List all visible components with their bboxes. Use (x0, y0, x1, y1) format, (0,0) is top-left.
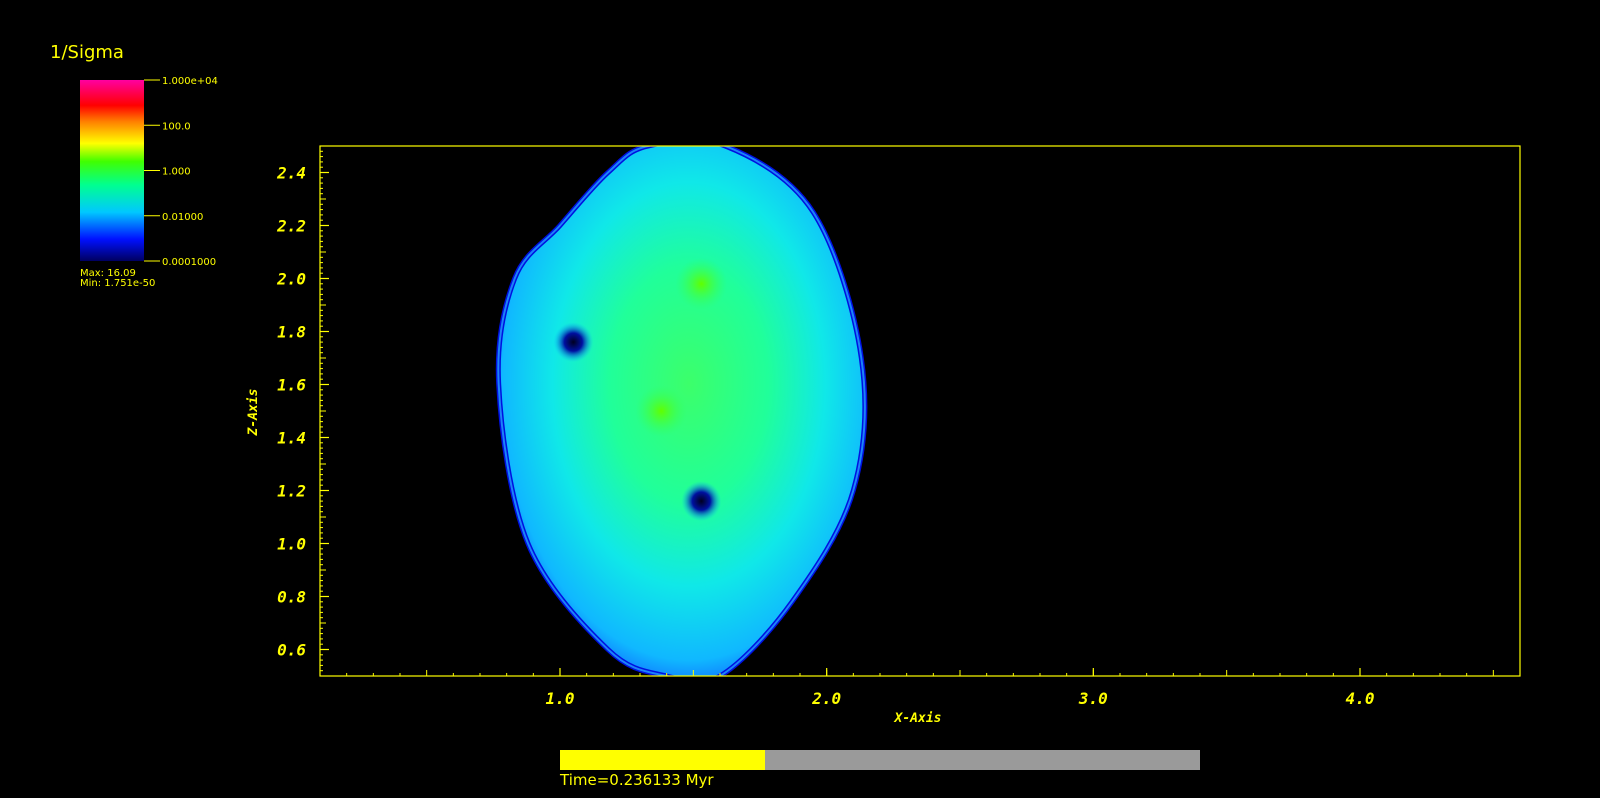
low-density-core (681, 481, 722, 522)
y-tick-label: 1.6 (277, 376, 306, 395)
legend-tick-label: 0.0001000 (162, 257, 216, 268)
high-density-core (675, 257, 728, 310)
x-axis-ticks: 1.0 2.0 3.0 4.0 (319, 668, 1521, 708)
y-axis-title: Z-Axis (246, 389, 261, 437)
y-axis-ticks: 0.6 0.8 1.0 1.2 1.4 1.6 1.8 2.0 2.2 2.4 (276, 145, 329, 677)
x-tick-label: 4.0 (1346, 689, 1375, 708)
legend-ticks: 1.000e+04 100.0 1.000 0.01000 0.0001000 (144, 76, 218, 268)
y-tick-label: 0.6 (277, 641, 306, 660)
time-label: Time=0.236133 Myr (560, 771, 714, 789)
time-progress-fill (560, 750, 765, 770)
x-tick-label: 1.0 (546, 689, 575, 708)
y-tick-label: 1.2 (277, 482, 306, 501)
x-axis-title: X-Axis (894, 711, 942, 726)
time-progress-bar (560, 750, 1200, 770)
legend-title: 1/Sigma (50, 42, 124, 63)
legend-tick-label: 1.000 (162, 167, 191, 178)
y-tick-label: 1.4 (277, 429, 306, 448)
y-tick-label: 2.0 (276, 270, 306, 289)
visualization-canvas: 1/Sigma 1.000e+04 100.0 1.000 0.01000 0.0001… (50, 42, 1521, 726)
legend-min-label: Min: 1.751e-50 (80, 278, 155, 289)
legend-tick-label: 1.000e+04 (162, 76, 218, 87)
color-legend: 1/Sigma 1.000e+04 100.0 1.000 0.01000 0.0001… (50, 42, 218, 289)
y-tick-label: 1.0 (277, 535, 306, 554)
x-tick-label: 2.0 (811, 689, 841, 708)
y-tick-label: 1.8 (277, 323, 306, 342)
low-density-core (553, 322, 594, 363)
legend-colorbar (80, 80, 144, 261)
y-tick-label: 0.8 (277, 588, 306, 607)
high-density-core (635, 385, 688, 437)
heatmap-field (495, 146, 868, 676)
legend-tick-label: 0.01000 (162, 212, 203, 223)
legend-tick-label: 100.0 (162, 121, 191, 132)
x-tick-label: 3.0 (1078, 689, 1108, 708)
y-tick-label: 2.4 (276, 164, 306, 183)
y-tick-label: 2.2 (276, 217, 306, 236)
